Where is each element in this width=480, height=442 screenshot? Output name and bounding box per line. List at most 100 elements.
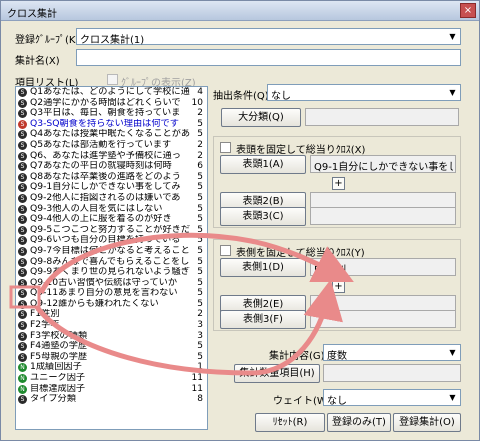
list-item[interactable]: S F2学年 3	[16, 320, 207, 331]
side-fix-checkbox[interactable]	[220, 245, 231, 256]
qty-item-button[interactable]: 集計数量項目(H)	[234, 364, 320, 383]
list-item[interactable]: S Q9-11あまり自分の意見を言わない 5	[16, 288, 207, 299]
list-item[interactable]: S Q9-4他人の上に服を着るのが好き 5	[16, 214, 207, 225]
single-choice-item-icon: S	[18, 162, 27, 172]
head-fix-checkbox[interactable]	[220, 142, 231, 153]
list-item-label: 1成績回因子	[30, 362, 82, 373]
single-choice-item-icon: S	[18, 236, 27, 246]
list-item-count: 2	[197, 309, 203, 320]
list-item[interactable]: S Q8あなたは卒業後の進路をどのよう 5	[16, 172, 207, 183]
side1-button[interactable]: 表側1(D)	[220, 258, 306, 277]
title-bar: クロス集計 ×	[1, 1, 479, 21]
list-item[interactable]: S Q9-1自分にしかできない事をしてみ 5	[16, 182, 207, 193]
weight-select-value: なし	[327, 396, 347, 407]
list-item-count: 5	[197, 171, 203, 182]
single-choice-item-icon: S	[18, 193, 27, 203]
list-item[interactable]: S タイプ分類 8	[16, 394, 207, 405]
item-list[interactable]: S Q1あなたは、どのようにして学校に通 4 S Q2通学にかかる時間はどれくらいで 10…	[15, 86, 208, 430]
chevron-down-icon[interactable]: ▼	[445, 390, 460, 405]
side1-value: F1性別	[314, 265, 347, 276]
head3-button[interactable]: 表頭3(C)	[220, 207, 306, 226]
list-item-count: 5	[197, 351, 203, 362]
list-item[interactable]: S Q9-8みんなで喜んでもらえることをし 5	[16, 257, 207, 268]
list-item[interactable]: S Q9-12誰からも嫌われたくない 5	[16, 299, 207, 310]
list-item[interactable]: S F4通塾の学歴 5	[16, 341, 207, 352]
list-item[interactable]: S F3学校の種類 3	[16, 331, 207, 342]
list-item-count: 5	[197, 288, 203, 299]
list-item[interactable]: S Q9-7今目標は何とかなると考えること 5	[16, 246, 207, 257]
register-total-button[interactable]: 登録集計(O)	[393, 413, 461, 432]
list-item-count: 5	[197, 267, 203, 278]
list-item[interactable]: S Q1あなたは、どのようにして学校に通 4	[16, 87, 207, 98]
chevron-down-icon[interactable]: ▼	[445, 345, 460, 360]
single-choice-item-icon: S	[18, 268, 27, 278]
list-item[interactable]: S F5母親の学歴 5	[16, 352, 207, 363]
list-item[interactable]: S Q9-10古い習慣や伝統は守っていか 5	[16, 278, 207, 289]
head-plus-button[interactable]: +	[332, 177, 345, 190]
head3-field	[310, 207, 456, 225]
content-select[interactable]: 度数 ▼	[323, 344, 461, 362]
reset-button[interactable]: ﾘｾｯﾄ(R)	[255, 413, 325, 432]
close-button[interactable]: ×	[460, 3, 476, 18]
list-item[interactable]: S Q9-2他人に指図されるのは嫌いであ 5	[16, 193, 207, 204]
window-title: クロス集計	[7, 9, 57, 20]
list-item[interactable]: S Q3平日は、毎日、朝食を持っていま 2	[16, 108, 207, 119]
list-item-label: Q1あなたは、どのようにして学校に通	[30, 87, 190, 97]
list-item[interactable]: N ユニーク因子 11	[16, 373, 207, 384]
single-choice-item-icon: S	[18, 342, 27, 352]
extract-select[interactable]: なし ▼	[267, 84, 461, 102]
single-choice-item-icon: S	[18, 151, 27, 161]
group-label: 登録ｸﾞﾙｰﾌﾟ(K)	[15, 35, 80, 46]
list-item[interactable]: S Q9-9あくまり世の見られないよう騒ぎ 5	[16, 267, 207, 278]
chevron-down-icon[interactable]: ▼	[445, 29, 460, 44]
chevron-down-icon[interactable]: ▼	[445, 85, 460, 100]
list-item[interactable]: S F1性別 2	[16, 309, 207, 320]
list-item[interactable]: S Q9-3他人の人目を気にはしない 5	[16, 204, 207, 215]
list-item-label: ユニーク因子	[30, 373, 86, 384]
list-item-label: F3学校の種類	[30, 330, 88, 341]
weight-select[interactable]: なし ▼	[323, 389, 461, 407]
group-display-checkbox[interactable]	[107, 74, 118, 85]
list-item[interactable]: S Q2通学にかかる時間はどれくらいで 10	[16, 98, 207, 109]
list-item[interactable]: N 1成績回因子 1	[16, 362, 207, 373]
list-item-count: 3	[197, 330, 203, 341]
list-item-label: Q9-9あくまり世の見られないよう騒ぎ	[30, 267, 190, 278]
list-item-label: Q2通学にかかる時間はどれくらいで	[30, 97, 181, 108]
list-item-count: 4	[197, 87, 203, 97]
cross-tab-dialog: クロス集計 × 登録ｸﾞﾙｰﾌﾟ(K) クロス集計(1) ▼ 集計名(X) 項目…	[0, 0, 480, 441]
list-item[interactable]: N 目標達成因子 11	[16, 384, 207, 395]
list-item[interactable]: S Q9-5こつこつと努力することが好きだ 5	[16, 225, 207, 236]
major-category-button[interactable]: 大分類(Q)	[221, 108, 301, 127]
list-item[interactable]: S Q7あなたの平日の就寝時刻は何時 6	[16, 161, 207, 172]
list-item-label: Q7あなたの平日の就寝時刻は何時	[30, 161, 172, 172]
list-item[interactable]: S Q4あなたは授業中眠たくなることがあ 5	[16, 129, 207, 140]
list-item-count: 5	[197, 118, 203, 129]
list-item-count: 5	[197, 192, 203, 203]
extract-label: 抽出条件(Q)	[213, 91, 269, 102]
side-plus-button[interactable]: +	[332, 280, 345, 293]
list-item-count: 11	[191, 373, 203, 384]
group-select[interactable]: クロス集計(1) ▼	[76, 28, 461, 46]
single-choice-item-icon: S	[18, 172, 27, 182]
list-item[interactable]: S Q9-6いつも自分の目標を持っている 5	[16, 235, 207, 246]
list-item[interactable]: S Q5あなたは部活動を行っています 2	[16, 140, 207, 151]
register-only-button[interactable]: 登録のみ(T)	[327, 413, 391, 432]
single-choice-item-icon: S	[18, 109, 27, 119]
list-item[interactable]: S Q3-SQ朝食を持らない理由は何です 5	[16, 119, 207, 130]
list-item-count: 1	[197, 362, 203, 373]
side-fix-label: 表側を固定して総当りｸﾛｽ(Y)	[236, 248, 365, 259]
list-item[interactable]: S Q6、あなたは進学塾や予備校に通っ 2	[16, 151, 207, 162]
list-item-label: Q9-10古い習慣や伝統は守っていか	[30, 277, 178, 288]
list-item-label: タイプ分類	[30, 394, 76, 405]
list-item-label: Q9-7今目標は何とかなると考えること	[30, 245, 190, 256]
list-item-count: 5	[197, 129, 203, 140]
single-choice-item-icon: S	[18, 299, 27, 309]
name-input[interactable]	[76, 49, 461, 66]
side-group: 表側を固定して総当りｸﾛｽ(Y) 表側1(D) F1性別 + 表側2(E) 表側…	[213, 239, 461, 331]
list-item-label: F5母親の学歴	[30, 351, 88, 362]
list-item-count: 6	[197, 161, 203, 172]
side3-button[interactable]: 表側3(F)	[220, 310, 306, 329]
list-item-label: Q3-SQ朝食を持らない理由は何です	[30, 118, 179, 129]
list-item-count: 5	[197, 341, 203, 352]
head1-button[interactable]: 表頭1(A)	[220, 155, 306, 174]
